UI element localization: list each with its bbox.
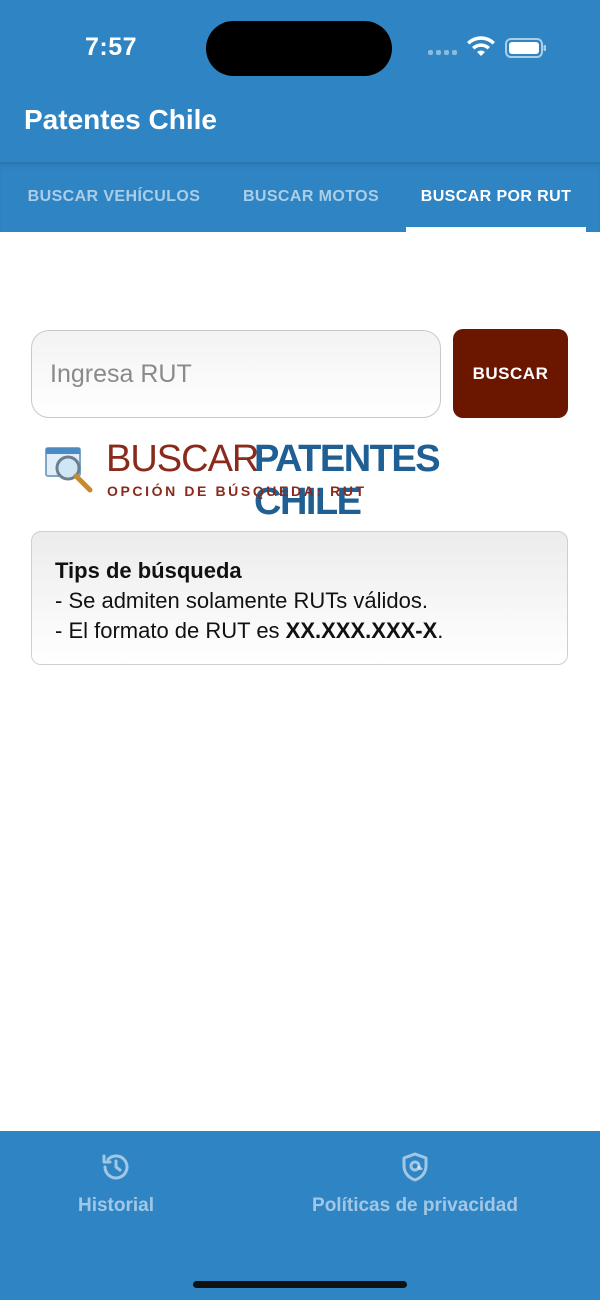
privacy-shield-icon — [399, 1151, 431, 1183]
nav-item-historial[interactable]: Historial — [56, 1151, 176, 1217]
tab-buscar-por-rut[interactable]: BUSCAR POR RUT — [406, 162, 586, 232]
tips-format-suffix: . — [437, 618, 443, 643]
app-logo: BUSCAR PATENTES CHILE OPCIÓN DE BÚSQUEDA… — [44, 438, 524, 503]
tips-format-prefix: - El formato de RUT es — [55, 618, 286, 643]
tips-title: Tips de búsqueda — [55, 556, 544, 586]
tips-line-valid-ruts: - Se admiten solamente RUTs válidos. — [55, 586, 544, 616]
logo-subtitle: OPCIÓN DE BÚSQUEDA: RUT — [107, 483, 367, 499]
history-icon — [100, 1151, 132, 1183]
cellular-signal-icon — [428, 50, 457, 55]
bottom-nav-bar: Historial Políticas de privacidad — [0, 1131, 600, 1300]
app-title: Patentes Chile — [24, 104, 217, 136]
active-tab-indicator — [406, 227, 586, 232]
wifi-icon — [466, 36, 496, 58]
tips-format-value: XX.XXX.XXX-X — [286, 618, 438, 643]
nav-label-privacidad: Políticas de privacidad — [312, 1195, 518, 1217]
status-bar: 7:57 — [0, 0, 600, 96]
search-button[interactable]: BUSCAR — [453, 329, 568, 418]
nav-item-privacidad[interactable]: Políticas de privacidad — [300, 1151, 530, 1217]
logo-word-buscar: BUSCAR — [106, 438, 258, 481]
search-tips-box: Tips de búsqueda - Se admiten solamente … — [31, 531, 568, 665]
home-indicator — [193, 1281, 407, 1288]
tab-buscar-vehiculos[interactable]: BUSCAR VEHÍCULOS — [14, 162, 214, 232]
magnifier-window-icon — [44, 444, 100, 494]
battery-icon — [505, 38, 547, 58]
tips-line-format: - El formato de RUT es XX.XXX.XXX-X. — [55, 616, 544, 646]
nav-label-historial: Historial — [78, 1195, 154, 1217]
logo-word-patentes-chile: PATENTES CHILE — [254, 438, 524, 524]
status-time: 7:57 — [85, 33, 137, 62]
tab-bar: BUSCAR VEHÍCULOS BUSCAR MOTOS BUSCAR POR… — [0, 162, 600, 232]
tab-buscar-motos[interactable]: BUSCAR MOTOS — [226, 162, 396, 232]
dynamic-island — [206, 21, 392, 76]
rut-input[interactable] — [31, 330, 441, 418]
